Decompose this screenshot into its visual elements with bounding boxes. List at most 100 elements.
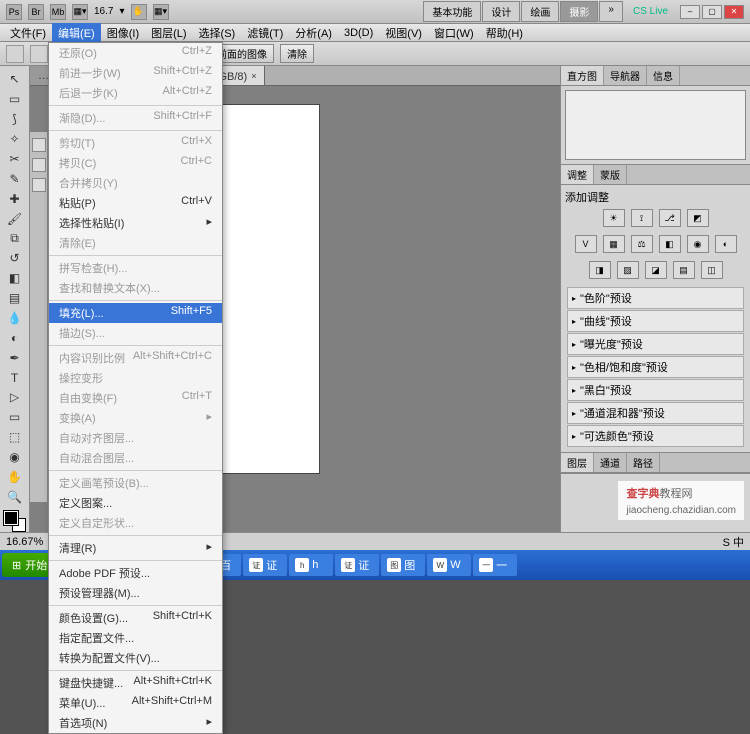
ps-icon[interactable]: Ps [6, 4, 22, 20]
preset-exposure[interactable]: ▸"曝光度"预设 [567, 333, 744, 355]
status-zoom[interactable]: 16.67% [6, 536, 43, 548]
vibrance-icon[interactable]: V [575, 235, 597, 253]
zoom-value[interactable]: 16.7 [94, 6, 113, 17]
blur-tool[interactable]: 💧 [4, 309, 26, 328]
posterize-icon[interactable]: ▨ [617, 261, 639, 279]
mb-icon[interactable]: Mb [50, 4, 66, 20]
hand-icon[interactable]: ✋ [131, 4, 147, 20]
eyedropper-tool[interactable]: ✎ [4, 169, 26, 188]
threshold-icon[interactable]: ◪ [645, 261, 667, 279]
hand-tool[interactable]: ✋ [4, 468, 26, 487]
crop-tool[interactable]: ✂ [4, 150, 26, 169]
tab-layers[interactable]: 图层 [561, 453, 594, 472]
minimize-button[interactable]: – [680, 5, 700, 19]
menu-select[interactable]: 选择(S) [193, 23, 242, 43]
panel-icon-3[interactable] [32, 178, 46, 192]
curves-icon[interactable]: ⎇ [659, 209, 681, 227]
menu-item[interactable]: 粘贴(P)Ctrl+V [49, 193, 222, 213]
balance-icon[interactable]: ⚖ [631, 235, 653, 253]
ws-design[interactable]: 设计 [482, 1, 520, 22]
menu-item[interactable]: Adobe PDF 预设... [49, 563, 222, 583]
wand-tool[interactable]: ✧ [4, 130, 26, 149]
menu-item[interactable]: 指定配置文件... [49, 628, 222, 648]
exposure-icon[interactable]: ◩ [687, 209, 709, 227]
layout-icon[interactable]: ▦▾ [72, 4, 88, 20]
path-tool[interactable]: ▷ [4, 388, 26, 407]
ws-photo[interactable]: 摄影 [560, 1, 598, 22]
heal-tool[interactable]: ✚ [4, 189, 26, 208]
color-swatch[interactable] [4, 511, 26, 532]
menu-image[interactable]: 图像(I) [101, 23, 145, 43]
tab-histogram[interactable]: 直方图 [561, 66, 604, 85]
preset-mixer[interactable]: ▸"通道混和器"预设 [567, 402, 744, 424]
menu-item[interactable]: 键盘快捷键...Alt+Shift+Ctrl+K [49, 673, 222, 693]
pen-tool[interactable]: ✒ [4, 348, 26, 367]
gradient-map-icon[interactable]: ▤ [673, 261, 695, 279]
menu-item[interactable]: 定义图案... [49, 493, 222, 513]
hue-icon[interactable]: ▦ [603, 235, 625, 253]
menu-3d[interactable]: 3D(D) [338, 25, 379, 41]
shape-tool[interactable]: ▭ [4, 408, 26, 427]
tab-navigator[interactable]: 导航器 [604, 66, 647, 85]
marquee-tool[interactable]: ▭ [4, 90, 26, 109]
camera-tool[interactable]: ◉ [4, 448, 26, 467]
eraser-tool[interactable]: ◧ [4, 269, 26, 288]
3d-tool[interactable]: ⬚ [4, 428, 26, 447]
menu-item[interactable]: 填充(L)...Shift+F5 [49, 303, 222, 323]
menu-analysis[interactable]: 分析(A) [289, 23, 338, 43]
preset-curves[interactable]: ▸"曲线"预设 [567, 310, 744, 332]
menu-item[interactable]: 转换为配置文件(V)... [49, 648, 222, 668]
cslive-link[interactable]: CS Live [633, 6, 668, 17]
taskbar-item[interactable]: 证证 [243, 554, 287, 576]
preset-levels[interactable]: ▸"色阶"预设 [567, 287, 744, 309]
menu-layer[interactable]: 图层(L) [145, 23, 192, 43]
brush-tool[interactable]: 🖌 [4, 209, 26, 228]
tab-channels[interactable]: 通道 [594, 453, 627, 472]
photo-filter-icon[interactable]: ◉ [687, 235, 709, 253]
view-icon[interactable]: ▦▾ [153, 4, 169, 20]
menu-item[interactable]: 菜单(U)...Alt+Shift+Ctrl+M [49, 693, 222, 713]
tab-masks[interactable]: 蒙版 [594, 165, 627, 184]
opt-slot-2[interactable] [30, 45, 48, 63]
menu-window[interactable]: 窗口(W) [428, 23, 480, 43]
menu-item[interactable]: 选择性粘贴(I)▸ [49, 213, 222, 233]
tab-paths[interactable]: 路径 [627, 453, 660, 472]
taskbar-item[interactable]: WW [427, 554, 471, 576]
preset-selective[interactable]: ▸"可选颜色"预设 [567, 425, 744, 447]
tab-adjustments[interactable]: 调整 [561, 165, 594, 184]
menu-item[interactable]: 清理(R)▸ [49, 538, 222, 558]
panel-icon-1[interactable] [32, 138, 46, 152]
taskbar-item[interactable]: 图图 [381, 554, 425, 576]
preset-bw[interactable]: ▸"黑白"预设 [567, 379, 744, 401]
taskbar-item[interactable]: 证证 [335, 554, 379, 576]
ws-paint[interactable]: 绘画 [521, 1, 559, 22]
clear-button[interactable]: 清除 [280, 44, 314, 63]
maximize-button[interactable]: ▢ [702, 5, 722, 19]
gradient-tool[interactable]: ▤ [4, 289, 26, 308]
menu-edit[interactable]: 编辑(E) [52, 23, 101, 43]
zoom-tool[interactable]: 🔍 [4, 487, 26, 506]
type-tool[interactable]: T [4, 368, 26, 387]
menu-help[interactable]: 帮助(H) [480, 23, 529, 43]
menu-filter[interactable]: 滤镜(T) [241, 23, 289, 43]
history-brush-tool[interactable]: ↺ [4, 249, 26, 268]
bridge-icon[interactable]: Br [28, 4, 44, 20]
levels-icon[interactable]: ⟟ [631, 209, 653, 227]
brightness-icon[interactable]: ☀ [603, 209, 625, 227]
ws-more[interactable]: » [599, 1, 623, 22]
tab-info[interactable]: 信息 [647, 66, 680, 85]
menu-view[interactable]: 视图(V) [379, 23, 428, 43]
ime-badge[interactable]: S 中 [723, 534, 744, 550]
preset-hue[interactable]: ▸"色相/饱和度"预设 [567, 356, 744, 378]
invert-icon[interactable]: ◨ [589, 261, 611, 279]
taskbar-item[interactable]: hh [289, 554, 333, 576]
taskbar-item[interactable]: 一一 [473, 554, 517, 576]
menu-item[interactable]: 预设管理器(M)... [49, 583, 222, 603]
bw-icon[interactable]: ◧ [659, 235, 681, 253]
panel-icon-2[interactable] [32, 158, 46, 172]
ws-basic[interactable]: 基本功能 [423, 1, 481, 22]
tool-preset-icon[interactable] [6, 45, 24, 63]
menu-item[interactable]: 首选项(N)▸ [49, 713, 222, 733]
dodge-tool[interactable]: ◐ [4, 328, 26, 347]
menu-file[interactable]: 文件(F) [4, 23, 52, 43]
